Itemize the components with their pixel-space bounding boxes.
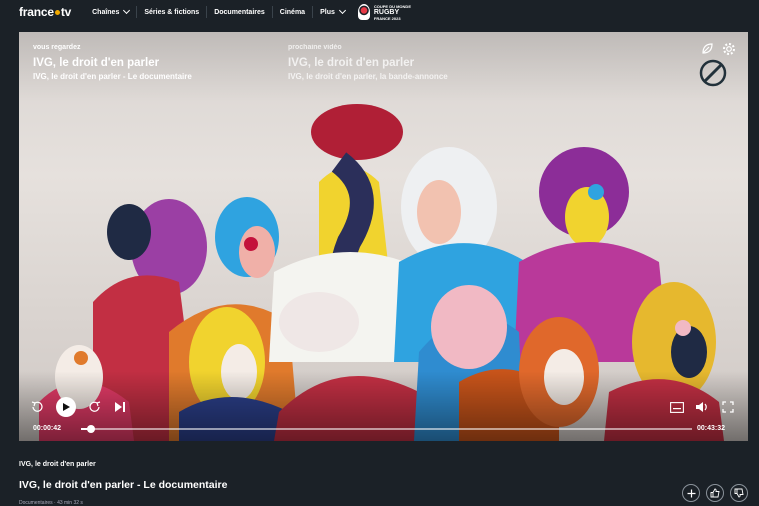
nav-item-chaines[interactable]: Chaînes <box>85 6 136 18</box>
nav-item-documentaires[interactable]: Documentaires <box>206 6 272 18</box>
france-tv-logo[interactable]: france tv <box>19 5 71 19</box>
episode-actions <box>682 484 748 502</box>
player-top-icons <box>700 41 736 56</box>
next-label: prochaine vidéo <box>288 44 342 51</box>
progress-handle[interactable] <box>86 425 95 433</box>
nav-item-cinema[interactable]: Cinéma <box>271 6 312 18</box>
now-subtitle: IVG, le droit d'en parler - Le documenta… <box>33 72 192 81</box>
episode-meta: Documentaires · 43 min 32 s <box>19 500 83 506</box>
dislike-button[interactable] <box>730 484 748 502</box>
logo-suffix: tv <box>60 5 72 19</box>
top-navigation: france tv Chaînes Séries & fictions Docu… <box>0 0 759 24</box>
logo-text: france <box>19 5 54 19</box>
nav-item-series[interactable]: Séries & fictions <box>136 6 206 18</box>
now-label: vous regardez <box>33 44 81 51</box>
add-to-list-button[interactable] <box>682 484 700 502</box>
rugby-world-cup-promo[interactable]: COUPE DU MONDE RUGBY FRANCE 2023 <box>357 3 411 21</box>
main-nav: Chaînes Séries & fictions Documentaires … <box>85 6 352 18</box>
gear-icon[interactable] <box>721 41 736 56</box>
now-title: IVG, le droit d'en parler <box>33 57 160 69</box>
promo-line3: FRANCE 2023 <box>373 15 401 21</box>
channel-watermark-icon <box>699 59 727 87</box>
skip-next-icon[interactable] <box>112 397 128 417</box>
eco-icon[interactable] <box>700 41 715 56</box>
progress-bar[interactable] <box>81 425 692 433</box>
like-button[interactable] <box>706 484 724 502</box>
promo-line2: RUGBY <box>373 8 400 16</box>
player-controls <box>19 397 748 419</box>
add-icon <box>687 489 695 497</box>
chevron-down-icon <box>123 6 131 15</box>
volume-icon[interactable] <box>694 397 710 417</box>
next-subtitle: IVG, le droit d'en parler, la bande-anno… <box>288 72 448 81</box>
play-icon <box>63 403 70 411</box>
total-duration: 00:43:32 <box>697 425 726 432</box>
logo-dot <box>54 9 60 15</box>
thumbs-up-icon <box>710 488 720 498</box>
fullscreen-icon[interactable] <box>720 397 736 417</box>
thumbs-down-icon <box>734 488 744 498</box>
elapsed-time: 00:00:42 <box>33 425 62 432</box>
promo-line1: COUPE DU MONDE <box>373 3 411 9</box>
now-playing: vous regardez IVG, le droit d'en parler … <box>33 44 192 81</box>
program-title[interactable]: IVG, le droit d'en parler <box>19 461 96 468</box>
next-video[interactable]: prochaine vidéo IVG, le droit d'en parle… <box>288 44 448 81</box>
rugby-logo-icon <box>357 4 370 20</box>
next-title: IVG, le droit d'en parler <box>288 57 415 69</box>
nav-item-plus[interactable]: Plus <box>312 6 352 18</box>
episode-title: IVG, le droit d'en parler - Le documenta… <box>19 479 228 491</box>
replay-10-icon[interactable] <box>29 397 45 417</box>
forward-10-icon[interactable] <box>87 397 103 417</box>
play-button[interactable] <box>56 397 76 417</box>
chevron-down-icon <box>338 6 346 15</box>
subtitles-icon[interactable] <box>669 397 685 417</box>
video-player[interactable]: vous regardez IVG, le droit d'en parler … <box>19 32 748 441</box>
